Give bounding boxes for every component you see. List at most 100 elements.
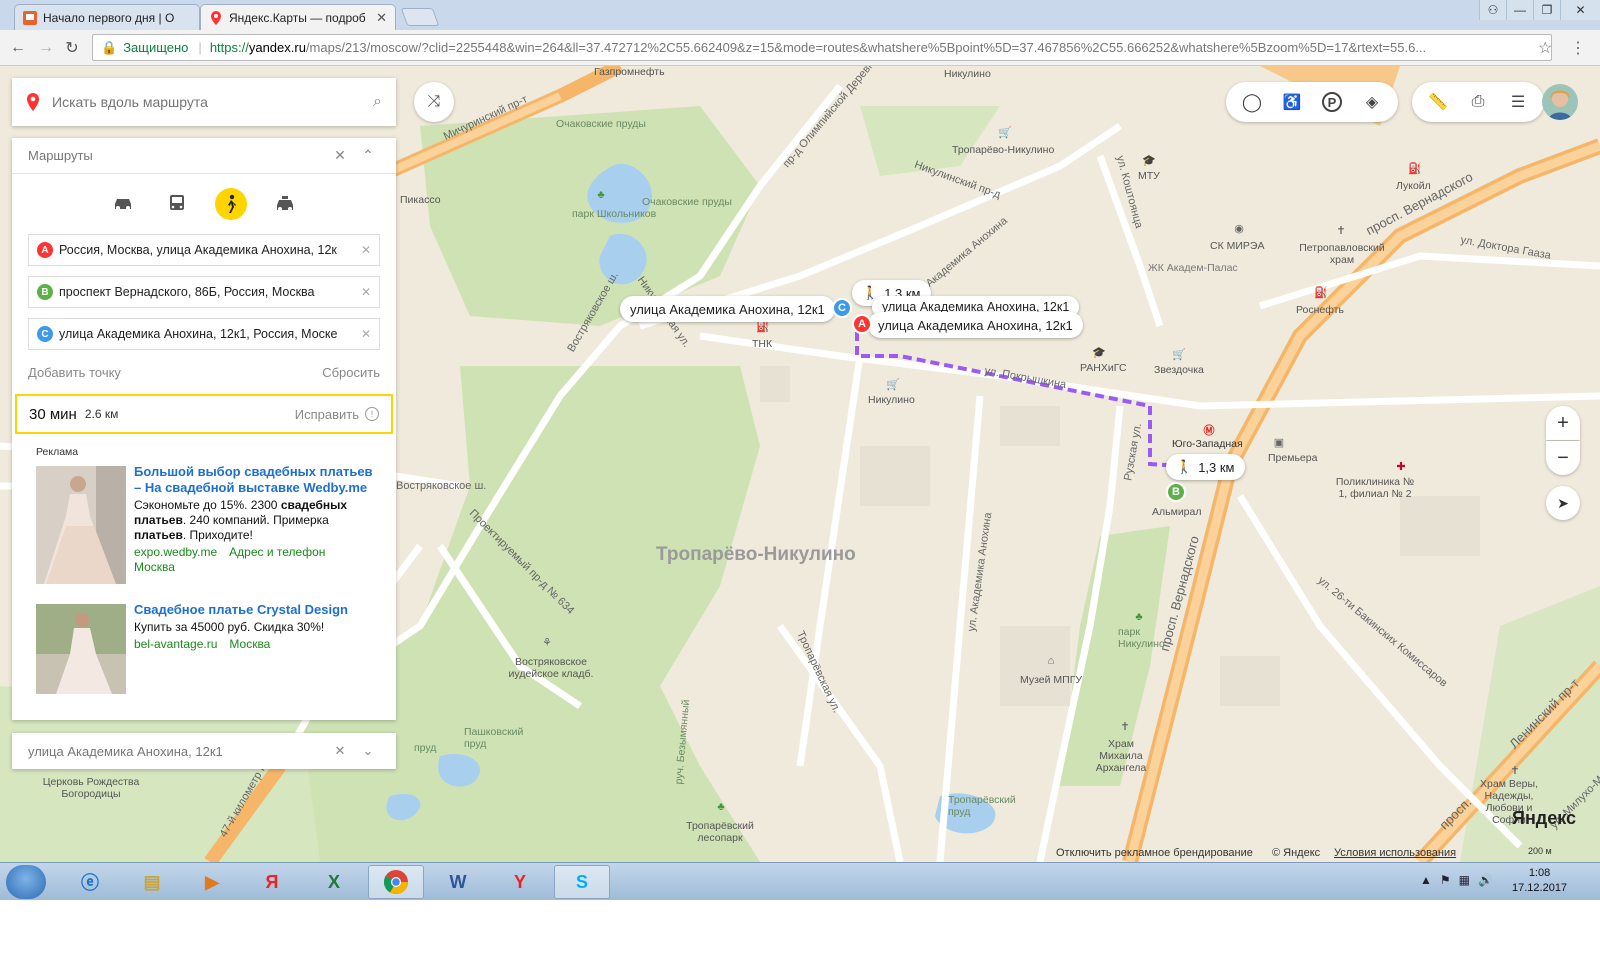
clear-icon[interactable]: ✕ (361, 285, 371, 299)
new-tab-button[interactable] (400, 8, 440, 26)
shop-icon[interactable]: 🛒 (998, 126, 1012, 140)
terms-link[interactable]: Условия использования (1334, 847, 1456, 859)
park-icon[interactable]: ♣ (714, 800, 728, 814)
tab-close-icon[interactable]: ✕ (376, 10, 387, 26)
university-icon[interactable]: 🎓 (1092, 346, 1106, 360)
walk-distance-bubble[interactable]: 🚶 1,3 км (1166, 454, 1245, 480)
park-icon[interactable]: ♣ (594, 188, 608, 202)
close-icon[interactable]: ✕ (326, 743, 354, 759)
forward-icon[interactable]: → (36, 38, 56, 58)
church-icon[interactable]: ✝ (1118, 720, 1132, 734)
user-profile-icon[interactable]: ⚇ (1479, 0, 1506, 20)
hospital-icon[interactable]: ✚ (1394, 460, 1408, 474)
parking-button[interactable]: P (1312, 82, 1352, 122)
route-result[interactable]: 30 мин 2.6 км Исправить ! (15, 394, 393, 434)
car-mode-button[interactable] (107, 188, 139, 220)
shop-icon[interactable]: 🛒 (1172, 348, 1186, 362)
add-point-link[interactable]: Добавить точку (28, 365, 121, 380)
layers-button[interactable]: ◈ (1352, 82, 1392, 122)
ruler-button[interactable]: 📏 (1418, 82, 1458, 122)
university-icon[interactable]: 🎓 (1142, 154, 1156, 168)
tab-yandex-maps[interactable]: Яндекс.Карты — подроб ✕ (200, 4, 396, 30)
bus-mode-button[interactable] (161, 188, 193, 220)
chevron-up-icon[interactable]: ⌃ (354, 147, 382, 164)
search-icon[interactable]: ⌕ (373, 93, 382, 111)
taskbar-yandex[interactable]: Я (244, 865, 300, 899)
ad-headline[interactable]: Свадебное платье Crystal Design (134, 602, 374, 618)
info-icon[interactable]: ! (365, 407, 379, 421)
fuel-icon[interactable]: ⛽ (1408, 162, 1422, 176)
shop-icon[interactable]: 🛒 (886, 378, 900, 392)
taskbar-yandex-browser[interactable]: Y (492, 865, 548, 899)
taskbar-ie[interactable]: ⓔ (62, 865, 118, 899)
restore-button[interactable]: ❐ (1533, 0, 1560, 20)
selected-place-box[interactable]: улица Академика Анохина, 12к1 ✕ ⌄ (12, 733, 396, 769)
sports-icon[interactable]: ◉ (1232, 222, 1246, 236)
ad-link-region[interactable]: Москва (229, 637, 270, 651)
ad-link-region[interactable]: Москва (134, 560, 175, 574)
point-c-label[interactable]: улица Академика Анохина, 12к1 (620, 296, 835, 322)
back-icon[interactable]: ← (8, 38, 28, 58)
point-a-label[interactable]: улица Академика Анохина, 12к1 (868, 312, 1083, 338)
taskbar-chrome[interactable] (368, 865, 424, 899)
museum-icon[interactable]: ⌂ (1044, 654, 1058, 668)
ad-item[interactable]: Свадебное платье Crystal Design Купить з… (12, 596, 396, 706)
waypoint-c-field[interactable]: C улица Академика Анохина, 12к1, Россия,… (28, 318, 380, 350)
system-clock[interactable]: 1:08 17.12.2017 (1512, 866, 1567, 896)
flag-icon[interactable]: ⚑ (1440, 873, 1451, 887)
taxi-mode-button[interactable] (269, 188, 301, 220)
pedestrian-mode-button[interactable] (215, 188, 247, 220)
waypoint-b-field[interactable]: B проспект Вернадского, 86Б, Россия, Мос… (28, 276, 380, 308)
user-avatar[interactable] (1542, 84, 1578, 120)
bookmark-star-icon[interactable]: ☆ (1538, 38, 1552, 58)
start-button[interactable] (6, 865, 46, 899)
metro-icon[interactable]: Ⓜ (1202, 424, 1216, 438)
ad-link-domain[interactable]: bel-avantage.ru (134, 637, 217, 651)
fuel-icon[interactable]: ⛽ (1314, 286, 1328, 300)
reset-link[interactable]: Сбросить (322, 365, 380, 380)
close-icon[interactable]: ✕ (326, 147, 354, 164)
waypoint-a-field[interactable]: A Россия, Москва, улица Академика Анохин… (28, 234, 380, 266)
zoom-out-button[interactable]: − (1546, 441, 1580, 475)
ad-headline[interactable]: Большой выбор свадебных платьев – На сва… (134, 464, 374, 496)
route-marker-b[interactable]: B (1166, 482, 1186, 502)
geolocation-button[interactable]: ➤ (1546, 486, 1580, 520)
minimize-button[interactable]: — (1506, 0, 1533, 20)
ad-link-contacts[interactable]: Адрес и телефон (229, 545, 325, 559)
chevron-down-icon[interactable]: ⌄ (354, 743, 382, 759)
church-icon[interactable]: ✝ (1334, 224, 1348, 238)
fix-route-link[interactable]: Исправить (295, 407, 359, 422)
route-marker-a[interactable]: A (852, 314, 872, 334)
taskbar-skype[interactable]: S (554, 865, 610, 899)
cinema-icon[interactable]: ▣ (1272, 436, 1286, 450)
taskbar-excel[interactable]: X (306, 865, 362, 899)
clear-icon[interactable]: ✕ (361, 327, 371, 341)
taskbar-word[interactable]: W (430, 865, 486, 899)
close-window-button[interactable]: ✕ (1560, 0, 1600, 20)
tab-first-day[interactable]: Начало первого дня | О (14, 4, 200, 30)
ad-item[interactable]: Большой выбор свадебных платьев – На сва… (12, 458, 396, 596)
church-icon[interactable]: ✝ (1508, 764, 1522, 778)
address-bar[interactable]: 🔒 Защищено | https:// yandex.ru /maps/21… (92, 34, 1552, 61)
clear-icon[interactable]: ✕ (361, 243, 371, 257)
menu-button[interactable]: ☰ (1498, 82, 1538, 122)
disable-branding-link[interactable]: Отключить рекламное брендирование (1056, 847, 1253, 859)
network-icon[interactable]: ▦ (1459, 873, 1470, 887)
ad-link-domain[interactable]: expo.wedby.me (134, 545, 217, 559)
reload-icon[interactable]: ↻ (62, 38, 82, 58)
traffic-button[interactable]: ◯ (1232, 82, 1272, 122)
route-search-input[interactable] (52, 94, 374, 110)
taskbar-explorer[interactable]: ▤ (124, 865, 180, 899)
tray-expand-icon[interactable]: ▲ (1420, 873, 1432, 887)
panorama-button[interactable]: ♿ (1272, 82, 1312, 122)
browser-menu-icon[interactable]: ⋮ (1570, 38, 1586, 58)
cemetery-icon[interactable]: ⚘ (540, 636, 554, 650)
volume-icon[interactable]: 🔊 (1478, 873, 1493, 887)
route-toggle-button[interactable]: ⤨ (414, 82, 454, 122)
fuel-icon[interactable]: ⛽ (756, 320, 770, 334)
print-button[interactable]: ⎙ (1458, 82, 1498, 122)
taskbar-media[interactable]: ▶ (184, 865, 240, 899)
park-icon[interactable]: ♣ (1132, 610, 1146, 624)
route-marker-c[interactable]: C (832, 298, 852, 318)
zoom-in-button[interactable]: + (1546, 406, 1580, 440)
